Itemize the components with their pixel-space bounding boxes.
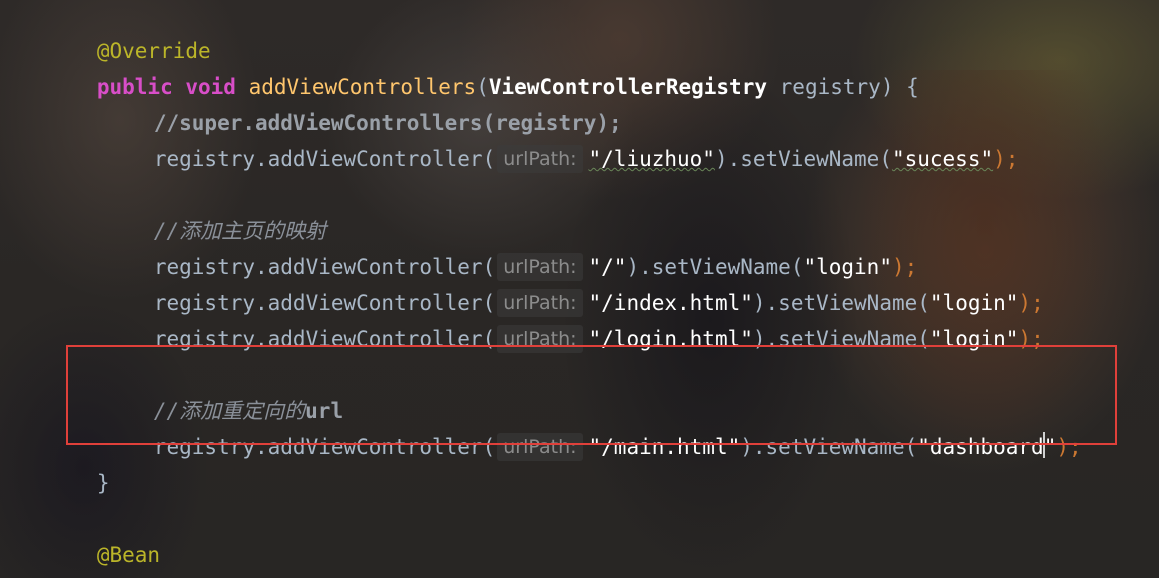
- registry-call: registry.addViewController(: [153, 147, 496, 171]
- highlight-box: [66, 345, 1117, 445]
- view-string: "sucess": [891, 147, 994, 171]
- code-line-locale-resolver[interactable]: public LocaleResolver localeResolver() {: [21, 537, 603, 573]
- close-paren: );: [993, 147, 1019, 171]
- param-hint: urlPath:: [497, 145, 583, 173]
- code-line-method-signature[interactable]: public void addViewControllers(ViewContr…: [21, 33, 919, 99]
- set-view-name: ).setViewName(: [714, 147, 892, 171]
- code-line-override[interactable]: @Override: [21, 0, 211, 63]
- code-line-index[interactable]: registry.addViewController(urlPath: "/ind…: [21, 249, 1044, 317]
- code-line-login[interactable]: registry.addViewController(urlPath: "/log…: [21, 285, 1044, 353]
- code-line-root[interactable]: registry.addViewController(urlPath: "/").…: [21, 213, 917, 281]
- code-area[interactable]: @Override public void addViewControllers…: [0, 0, 1159, 578]
- code-line-bean[interactable]: @Bean: [21, 501, 160, 567]
- open-brace: {: [906, 75, 919, 99]
- param-name: registry: [779, 75, 881, 99]
- code-line-comment-super[interactable]: //super.addViewControllers(registry);: [21, 69, 622, 135]
- code-line-liuzhuo[interactable]: registry.addViewController(urlPath: "/liu…: [21, 105, 1018, 173]
- code-editor[interactable]: @Override public void addViewControllers…: [0, 0, 1159, 578]
- code-line-comment-home[interactable]: //添加主页的映射: [21, 177, 326, 243]
- path-string: "/liuzhuo": [588, 147, 715, 171]
- close-brace: }: [96, 471, 110, 495]
